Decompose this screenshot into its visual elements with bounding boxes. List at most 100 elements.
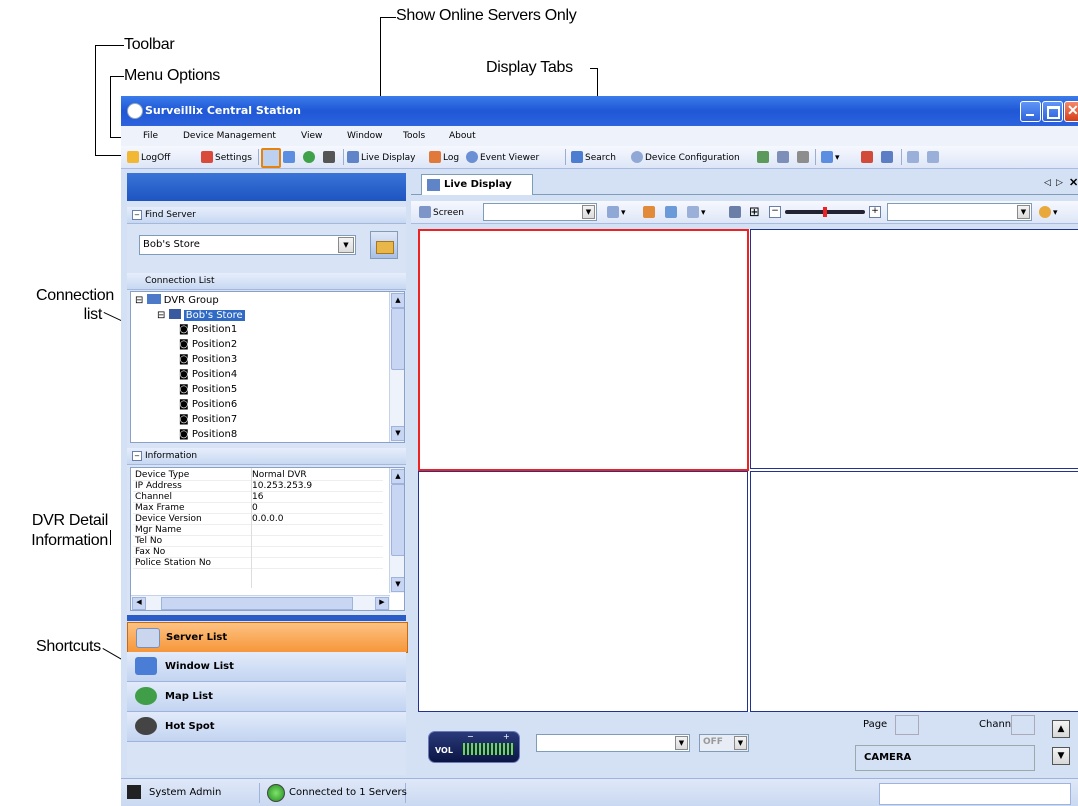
device-configuration-button[interactable]: Device Configuration [631,151,740,163]
tree-server[interactable]: ⊟ Bob's Store [157,309,245,321]
volume-control[interactable]: VOL − + [428,731,520,763]
tab-close-icon[interactable]: ✕ [1069,176,1078,189]
fullscreen-tool[interactable]: ▾ [607,206,626,218]
tree-position[interactable]: ◙ Position3 [179,354,237,365]
channel-select[interactable]: ▼ [887,203,1032,221]
video-cell[interactable] [750,471,1078,712]
shortcut-hot-spot[interactable]: Hot Spot [127,712,406,742]
cascade-tool[interactable] [881,151,895,163]
minimize-button[interactable] [1020,101,1041,122]
scroll-thumb[interactable] [391,484,404,556]
scroll-left-icon[interactable]: ◀ [132,597,146,610]
off-select[interactable]: OFF ▼ [699,734,749,752]
window-icon [283,151,295,163]
find-server-select[interactable]: Bob's Store ▼ [139,235,356,255]
live-display-button[interactable]: Live Display [347,151,415,163]
scroll-up-icon[interactable]: ▲ [391,293,404,308]
close-button[interactable]: ✕ [1064,101,1078,122]
grid-1-tool[interactable] [729,206,743,218]
callout-toolbar: Toolbar [124,36,175,53]
page-up-button[interactable]: ▲ [1052,720,1070,738]
info-row: Device Type Normal DVR [133,470,383,481]
info-scrollbar[interactable]: ▲ ▼ [389,468,404,593]
scroll-right-icon[interactable]: ▶ [375,597,389,610]
help-tool[interactable] [927,151,941,163]
chevron-down-icon: ▼ [582,205,595,219]
zoom-slider[interactable] [785,207,865,217]
shortcut-server-list[interactable]: Server List [127,622,408,653]
tab-scroll-left-icon[interactable]: ◁ [1044,177,1051,188]
menu-about[interactable]: About [449,131,476,141]
window-list-tool[interactable] [283,151,297,163]
video-cell[interactable] [418,471,748,712]
tree-position[interactable]: ◙ Position1 [179,324,237,335]
layout-tool[interactable]: ▾ [821,151,840,163]
menu-file[interactable]: File [143,131,158,141]
info-hscrollbar[interactable]: ◀ ▶ [131,595,390,610]
ptz-tool[interactable]: ▾ [687,206,706,218]
tree-position[interactable]: ◙ Position5 [179,384,237,395]
tab-live-display[interactable]: Live Display [421,174,533,195]
scroll-thumb[interactable] [161,597,353,610]
tree-position[interactable]: ◙ Position7 [179,414,237,425]
show-online-servers-button[interactable] [370,231,398,259]
zoom-in-button[interactable]: + [869,206,881,218]
server-icon [261,148,281,168]
hot-spot-tool[interactable] [323,151,337,163]
settings-button[interactable]: Settings [201,151,252,163]
scroll-thumb[interactable] [391,308,404,370]
export-tool[interactable] [757,151,771,163]
status-field [879,783,1071,805]
menu-window[interactable]: Window [347,131,383,141]
eraser-tool[interactable] [797,151,811,163]
log-button[interactable]: Log [429,151,459,163]
information-header[interactable]: − Information [127,448,406,465]
live-display-icon [427,179,440,191]
find-server-header[interactable]: − Find Server [127,207,406,224]
edit-tool[interactable] [907,151,921,163]
tree-position[interactable]: ◙ Position8 [179,429,237,440]
tree-group[interactable]: ⊟ DVR Group [135,294,219,306]
page-down-button[interactable]: ▼ [1052,747,1070,765]
server-list-tool[interactable] [261,148,283,168]
menu-device-management[interactable]: Device Management [183,131,276,141]
zoom-out-button[interactable]: − [769,206,781,218]
title-bar[interactable]: Surveillix Central Station ✕ [121,96,1078,126]
grid-4-tool[interactable]: ⊞ [749,205,760,220]
screen-button[interactable]: Screen [419,206,464,218]
event-viewer-button[interactable]: Event Viewer [466,151,539,163]
shortcut-window-list[interactable]: Window List [127,652,406,682]
scroll-up-icon[interactable]: ▲ [391,469,404,484]
video-cell[interactable] [750,229,1078,469]
close-all-tool[interactable] [861,151,875,163]
audio-channel-select[interactable]: ▼ [536,734,690,752]
app-window: Surveillix Central Station ✕ File Device… [121,96,1078,806]
online-status-icon [267,784,285,802]
tab-scroll-right-icon[interactable]: ▷ [1056,177,1063,188]
tree-position[interactable]: ◙ Position4 [179,369,237,380]
chevron-down-icon: ▾ [835,153,840,163]
panel-splitter[interactable] [127,615,406,621]
tree-position[interactable]: ◙ Position6 [179,399,237,410]
map-list-tool[interactable] [303,151,317,163]
refresh-tool[interactable] [665,206,679,218]
slider-thumb[interactable] [823,207,827,217]
scroll-down-icon[interactable]: ▼ [391,426,404,441]
video-cell[interactable] [418,229,749,471]
dvr-icon [168,309,181,319]
color-tool[interactable]: ▾ [1039,206,1058,218]
screen-select[interactable]: ▼ [483,203,597,221]
tree-position[interactable]: ◙ Position2 [179,339,237,350]
maximize-button[interactable] [1042,101,1063,122]
tree-scrollbar[interactable]: ▲ ▼ [389,292,404,442]
menu-tools[interactable]: Tools [403,131,425,141]
shortcut-map-list[interactable]: Map List [127,682,406,712]
menu-view[interactable]: View [301,131,322,141]
scroll-down-icon[interactable]: ▼ [391,577,404,592]
pen-tool[interactable] [643,206,657,218]
page-input[interactable] [895,715,919,735]
channel-input[interactable] [1011,715,1035,735]
search-button[interactable]: Search [571,151,616,163]
print-tool[interactable] [777,151,791,163]
logoff-button[interactable]: LogOff [127,151,170,163]
